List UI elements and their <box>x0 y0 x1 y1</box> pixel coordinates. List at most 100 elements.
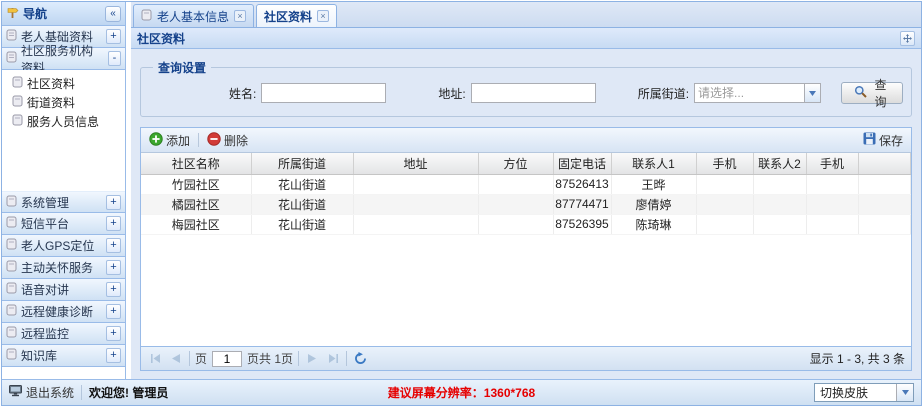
expand-icon[interactable]: + <box>106 216 121 231</box>
skin-switcher-select[interactable]: 切换皮肤 <box>814 383 914 402</box>
sidebar-group-remote-health[interactable]: 远程健康诊断 + <box>2 301 125 323</box>
expand-icon[interactable]: + <box>106 260 121 275</box>
query-settings-legend: 查询设置 <box>153 59 211 76</box>
refresh-icon[interactable] <box>352 351 368 367</box>
sidebar-title: 导航 <box>23 5 101 22</box>
statusbar-separator <box>81 385 82 400</box>
chevron-down-icon[interactable] <box>804 83 821 103</box>
app-window: 导航 « 老人基础资料 + 社区服务机构资料 - 社区资料 <box>1 1 922 406</box>
column-header[interactable]: 所属街道 <box>251 153 353 174</box>
tab-elder-basic-info[interactable]: 老人基本信息 × <box>133 4 254 27</box>
doc-icon <box>6 29 17 44</box>
next-page-icon[interactable] <box>304 351 320 367</box>
doc-icon <box>6 282 17 297</box>
tab-community-info[interactable]: 社区资料 × <box>256 4 337 27</box>
community-grid: 添加 删除 保存 <box>140 127 912 371</box>
sidebar-group-voice-intercom[interactable]: 语音对讲 + <box>2 279 125 301</box>
sidebar-item-community-info[interactable]: 社区资料 <box>10 74 125 93</box>
expand-icon[interactable]: + <box>106 195 121 210</box>
sidebar-collapse-button[interactable]: « <box>105 6 121 22</box>
prev-page-icon[interactable] <box>168 351 184 367</box>
expand-icon[interactable]: + <box>106 282 121 297</box>
doc-icon <box>6 348 17 363</box>
sidebar-bottom-pad <box>2 367 125 379</box>
doc-icon <box>6 51 17 66</box>
column-header[interactable]: 方位 <box>478 153 553 174</box>
logout-button[interactable]: 退出系统 <box>9 384 74 401</box>
street-select[interactable] <box>694 83 821 103</box>
tab-bar: 老人基本信息 × 社区资料 × <box>131 2 921 28</box>
sidebar-header: 导航 « <box>2 2 125 26</box>
close-icon[interactable]: × <box>234 10 246 22</box>
expand-icon[interactable]: + <box>106 238 121 253</box>
paging-separator <box>298 351 299 366</box>
panel-tool-icon[interactable] <box>900 31 915 46</box>
collapse-icon[interactable]: - <box>108 51 121 66</box>
sidebar-group-community-service[interactable]: 社区服务机构资料 - <box>2 48 125 70</box>
last-page-icon[interactable] <box>325 351 341 367</box>
search-button[interactable]: 查询 <box>841 82 903 104</box>
sidebar-group-care-service[interactable]: 主动关怀服务 + <box>2 257 125 279</box>
page-total-label: 页共 1页 <box>247 350 293 367</box>
sidebar-group-sms-platform[interactable]: 短信平台 + <box>2 213 125 235</box>
street-select-value[interactable] <box>694 83 804 103</box>
toolbar-separator <box>198 133 199 147</box>
sidebar-group-gps[interactable]: 老人GPS定位 + <box>2 235 125 257</box>
column-header[interactable]: 手机 <box>696 153 753 174</box>
sidebar-group-knowledge-base[interactable]: 知识库 + <box>2 345 125 367</box>
address-input[interactable] <box>471 83 596 103</box>
chevron-down-icon[interactable] <box>896 384 913 401</box>
column-header[interactable]: 固定电话 <box>553 153 611 174</box>
sidebar-group-remote-monitor[interactable]: 远程监控 + <box>2 323 125 345</box>
page-number-input[interactable] <box>212 351 242 367</box>
expand-icon[interactable]: + <box>106 29 121 44</box>
sidebar-tree: 社区资料 街道资料 服务人员信息 <box>2 70 125 135</box>
community-table: 社区名称 所属街道 地址 方位 固定电话 联系人1 手机 联系人2 手机 <box>141 153 911 235</box>
column-header[interactable]: 社区名称 <box>141 153 251 174</box>
search-icon <box>854 85 867 101</box>
save-button[interactable]: 保存 <box>860 130 906 151</box>
first-page-icon[interactable] <box>147 351 163 367</box>
page-label: 页 <box>195 350 207 367</box>
sidebar-item-street-info[interactable]: 街道资料 <box>10 93 125 112</box>
name-input[interactable] <box>261 83 386 103</box>
paging-separator <box>346 351 347 366</box>
expand-icon[interactable]: + <box>106 348 121 363</box>
street-label: 所属街道: <box>638 85 689 102</box>
doc-icon <box>6 326 17 341</box>
expand-icon[interactable]: + <box>106 326 121 341</box>
doc-icon <box>12 95 23 110</box>
query-settings-fieldset: 查询设置 姓名: 地址: 所属街道: <box>140 59 912 117</box>
expand-icon[interactable]: + <box>106 304 121 319</box>
sidebar-group-system-mgmt[interactable]: 系统管理 + <box>2 191 125 213</box>
main-panel: 老人基本信息 × 社区资料 × 社区资料 查询设置 <box>131 2 921 379</box>
address-label: 地址: <box>438 85 465 102</box>
column-header[interactable]: 地址 <box>353 153 478 174</box>
column-header[interactable]: 手机 <box>806 153 858 174</box>
doc-icon <box>12 114 23 129</box>
page-title: 社区资料 <box>137 30 900 47</box>
column-header[interactable]: 联系人1 <box>611 153 696 174</box>
monitor-icon <box>9 385 22 400</box>
name-label: 姓名: <box>229 85 256 102</box>
paging-separator <box>189 351 190 366</box>
column-header[interactable]: 联系人2 <box>753 153 806 174</box>
table-row[interactable]: 橘园社区花山街道 87774471廖倩婷 <box>141 194 911 214</box>
add-button[interactable]: 添加 <box>146 130 193 151</box>
table-header-row: 社区名称 所属街道 地址 方位 固定电话 联系人1 手机 联系人2 手机 <box>141 153 911 174</box>
table-row[interactable]: 竹园社区花山街道 87526413王晔 <box>141 174 911 194</box>
grid-empty-area <box>141 235 911 347</box>
close-icon[interactable]: × <box>317 10 329 22</box>
paging-toolbar: 页 页共 1页 显示 1 - <box>141 346 911 370</box>
panel-body: 查询设置 姓名: 地址: 所属街道: <box>131 49 921 379</box>
doc-icon <box>141 9 152 24</box>
welcome-label: 欢迎您! 管理员 <box>89 384 168 401</box>
add-icon <box>149 132 163 149</box>
table-row[interactable]: 梅园社区花山街道 87526395陈琦琳 <box>141 214 911 234</box>
doc-icon <box>6 304 17 319</box>
delete-button[interactable]: 删除 <box>204 130 251 151</box>
sidebar-item-service-staff[interactable]: 服务人员信息 <box>10 112 125 131</box>
delete-icon <box>207 132 221 149</box>
doc-icon <box>6 195 17 210</box>
panel-header: 社区资料 <box>131 28 921 49</box>
